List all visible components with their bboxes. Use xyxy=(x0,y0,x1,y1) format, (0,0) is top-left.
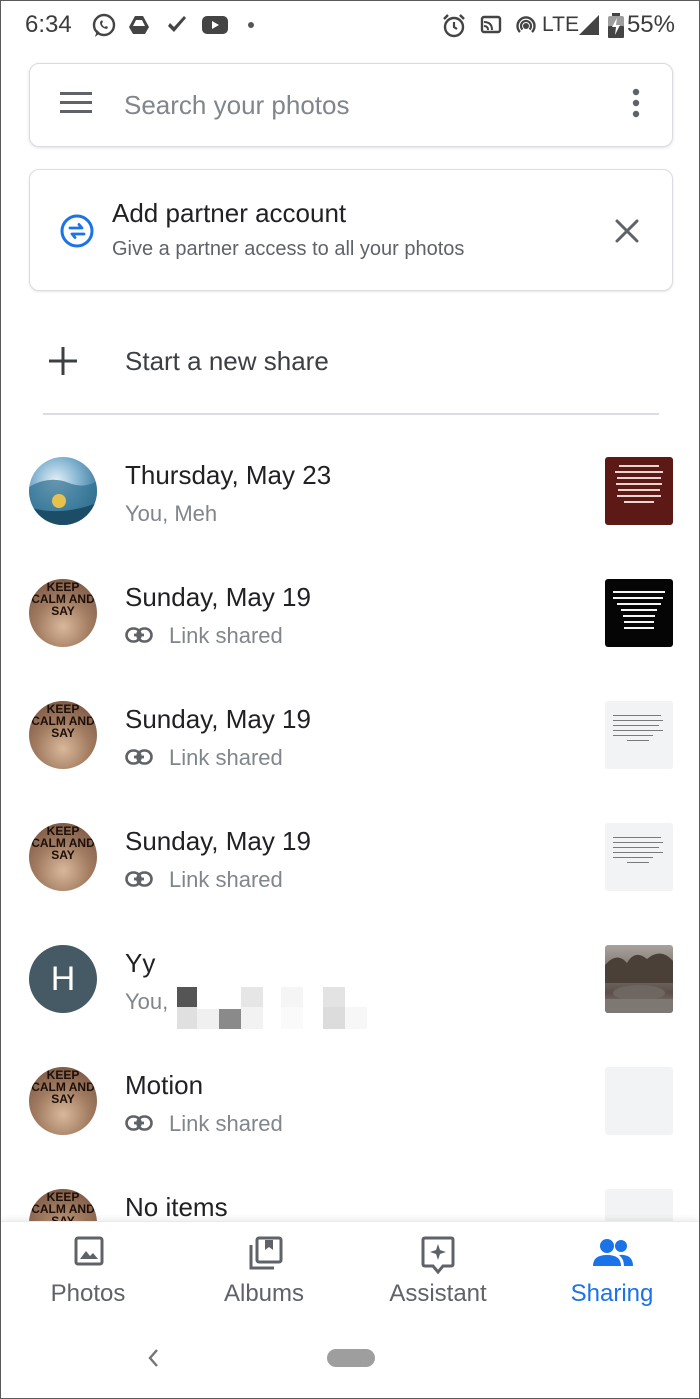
nav-photos-label: Photos xyxy=(50,1280,126,1307)
share-title: No items xyxy=(125,1192,228,1222)
photo-icon xyxy=(74,1236,104,1266)
network-type: LTE xyxy=(542,13,579,36)
share-thumbnail xyxy=(605,579,673,647)
albums-icon xyxy=(249,1236,283,1270)
share-title: Thursday, May 23 xyxy=(125,460,332,490)
check-icon xyxy=(168,16,186,32)
youtube-icon xyxy=(202,16,228,34)
menu-icon[interactable] xyxy=(60,92,92,114)
share-item[interactable]: KEEP CALM AND SAY Sunday, May 19 Link sh… xyxy=(1,579,699,689)
dot-icon xyxy=(248,22,254,28)
avatar: KEEP CALM AND SAY xyxy=(29,1067,97,1135)
avatar-text: KEEP CALM AND SAY xyxy=(31,1068,95,1106)
share-subtitle: Link shared xyxy=(169,867,283,892)
nav-assistant[interactable]: Assistant xyxy=(351,1222,525,1322)
close-icon[interactable] xyxy=(612,216,642,246)
hotspot-icon xyxy=(516,16,536,33)
nav-albums-label: Albums xyxy=(223,1280,305,1307)
assistant-icon xyxy=(421,1236,455,1274)
start-new-share-button[interactable]: Start a new share xyxy=(1,321,699,401)
share-thumbnail xyxy=(605,945,673,1013)
cast-icon xyxy=(480,15,502,34)
share-item[interactable]: KEEP CALM AND SAY Motion Link shared xyxy=(1,1067,699,1177)
start-new-share-label: Start a new share xyxy=(125,346,329,376)
back-chevron-icon[interactable] xyxy=(145,1347,161,1369)
share-item[interactable]: KEEP CALM AND SAY Sunday, May 19 Link sh… xyxy=(1,701,699,811)
avatar-text: KEEP CALM AND SAY xyxy=(31,702,95,740)
nav-sharing-label: Sharing xyxy=(570,1280,654,1307)
share-title: Sunday, May 19 xyxy=(125,582,311,612)
more-vert-icon[interactable] xyxy=(632,88,640,118)
link-icon xyxy=(125,627,153,643)
status-bar: 6:34 LTE 55% xyxy=(1,1,699,51)
share-thumbnail xyxy=(605,701,673,769)
battery-charging-icon xyxy=(608,13,624,38)
share-thumbnail xyxy=(605,823,673,891)
nav-photos[interactable]: Photos xyxy=(1,1222,175,1322)
avatar-text: KEEP CALM AND SAY xyxy=(31,580,95,618)
share-item[interactable]: KEEP CALM AND SAY Sunday, May 19 Link sh… xyxy=(1,823,699,933)
link-icon xyxy=(125,749,153,765)
alarm-icon xyxy=(443,14,465,38)
redacted-names xyxy=(177,987,367,1029)
avatar-photo-image xyxy=(29,479,97,525)
avatar: KEEP CALM AND SAY xyxy=(29,579,97,647)
nav-albums[interactable]: Albums xyxy=(177,1222,351,1322)
partner-swap-icon xyxy=(60,214,94,248)
avatar xyxy=(29,457,97,525)
share-item[interactable]: Thursday, May 23 You, Meh xyxy=(1,457,699,567)
bottom-navigation: Photos Albums Assistant Sharing xyxy=(1,1221,699,1322)
thumbnail-photo-image xyxy=(605,953,673,1013)
share-subtitle: Link shared xyxy=(169,1111,283,1136)
avatar: KEEP CALM AND SAY xyxy=(29,701,97,769)
share-item[interactable]: H Yy You, xyxy=(1,945,699,1055)
share-title: Yy xyxy=(125,948,156,978)
share-subtitle: You, Meh xyxy=(125,501,218,526)
partner-account-card[interactable]: Add partner account Give a partner acces… xyxy=(29,169,673,291)
search-input[interactable]: Search your photos xyxy=(124,90,349,121)
signal-icon xyxy=(579,15,599,35)
home-pill[interactable] xyxy=(327,1349,375,1367)
battery-percent: 55% xyxy=(626,11,675,38)
link-icon xyxy=(125,1115,153,1131)
nav-assistant-label: Assistant xyxy=(389,1280,487,1307)
nav-sharing[interactable]: Sharing xyxy=(525,1222,699,1322)
share-subtitle: Link shared xyxy=(169,745,283,770)
drive-icon xyxy=(129,16,149,34)
share-thumbnail xyxy=(605,1067,673,1135)
avatar: KEEP CALM AND SAY xyxy=(29,823,97,891)
screen: 6:34 LTE 55% Search your photos Add part… xyxy=(0,0,700,1399)
system-navigation xyxy=(1,1321,699,1398)
share-subtitle: You, xyxy=(125,989,169,1014)
link-icon xyxy=(125,871,153,887)
status-time: 6:34 xyxy=(25,11,72,38)
share-title: Sunday, May 19 xyxy=(125,826,311,856)
avatar: H xyxy=(29,945,97,1013)
avatar-text: KEEP CALM AND SAY xyxy=(31,824,95,862)
partner-subtitle: Give a partner access to all your photos xyxy=(112,238,465,260)
sharing-icon xyxy=(593,1239,633,1266)
search-bar[interactable]: Search your photos xyxy=(29,63,673,147)
share-title: Motion xyxy=(125,1070,204,1100)
plus-icon xyxy=(49,347,77,375)
share-thumbnail xyxy=(605,457,673,525)
share-title: Sunday, May 19 xyxy=(125,704,311,734)
share-subtitle: Link shared xyxy=(169,623,283,648)
partner-title: Add partner account xyxy=(112,198,347,228)
divider xyxy=(43,413,659,415)
whatsapp-icon xyxy=(92,13,116,37)
